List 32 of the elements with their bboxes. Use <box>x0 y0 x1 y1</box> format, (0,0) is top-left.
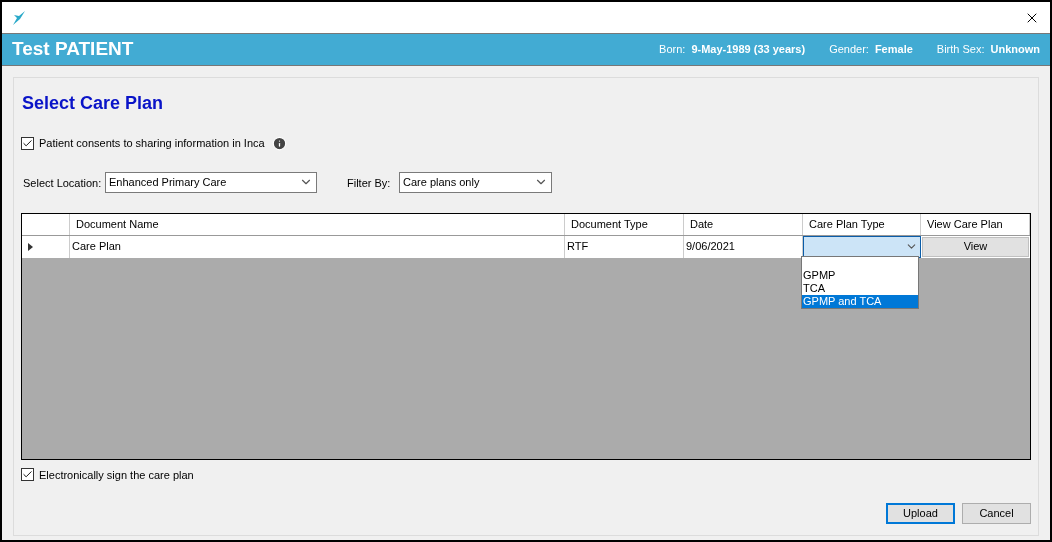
location-label: Select Location: <box>23 176 103 192</box>
column-header: View Care Plan <box>921 213 1030 235</box>
dropdown-option[interactable]: GPMP and TCA <box>802 295 918 308</box>
field-value: Unknown <box>990 42 1040 58</box>
checkbox[interactable] <box>21 136 34 150</box>
patient-name: Test PATIENT <box>12 37 134 62</box>
sign-label: Electronically sign the care plan <box>39 467 194 483</box>
field-value: Female <box>874 42 913 58</box>
table-cell: Care Plan <box>70 235 565 258</box>
column-header: Care Plan Type <box>803 213 921 235</box>
column-header: Date <box>684 213 803 235</box>
checkbox[interactable] <box>21 468 34 482</box>
bird-logo-icon <box>12 9 26 26</box>
consent-label: Patient consents to sharing information in Inca <box>39 136 265 151</box>
filter-label: Filter By: <box>347 176 392 192</box>
page-title: Select Care Plan <box>22 92 165 115</box>
dropdown-option[interactable]: GPMP <box>802 269 918 282</box>
care-plan-type-dropdown[interactable] <box>803 235 921 258</box>
info-icon[interactable] <box>271 135 287 151</box>
dropdown-field[interactable]: Enhanced Primary Care <box>105 171 317 193</box>
column-header: Document Type <box>565 213 684 235</box>
field-label: Gender: <box>829 42 869 58</box>
table-cell: RTF <box>565 235 684 258</box>
view-button[interactable]: View <box>922 236 1029 257</box>
field-label: Birth Sex: <box>936 42 985 58</box>
dropdown-option[interactable]: TCA <box>802 282 918 295</box>
column-header: Document Name <box>70 213 565 235</box>
dialog-button[interactable]: Upload <box>886 503 955 524</box>
field-label: Born: <box>659 42 686 58</box>
dropdown-field[interactable]: Care plans only <box>399 171 552 193</box>
dialog-button[interactable]: Cancel <box>962 503 1031 524</box>
field-value: 9-May-1989 (33 years) <box>691 42 806 58</box>
